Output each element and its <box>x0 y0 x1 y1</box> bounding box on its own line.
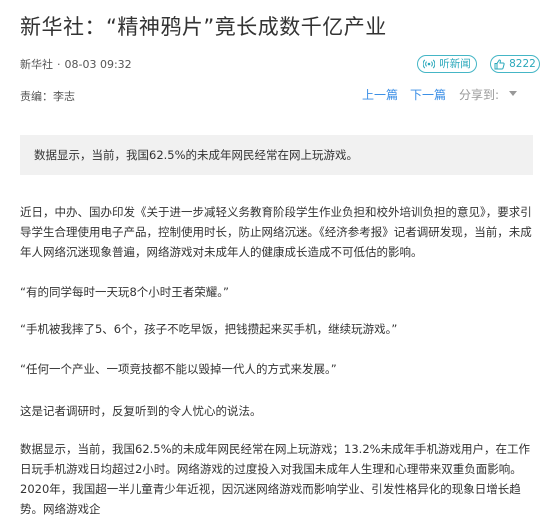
paragraph: “有的同学每时一天玩8个小时王者荣耀。” <box>20 285 229 299</box>
article-datetime: 08-03 09:32 <box>64 58 132 71</box>
article-meta: 新华社 · 08-03 09:32 <box>20 56 132 72</box>
listen-label: 听新闻 <box>439 58 471 70</box>
like-count: 8222 <box>509 58 536 70</box>
next-article-link[interactable]: 下一篇 <box>410 86 446 103</box>
caret-down-icon[interactable] <box>509 91 517 96</box>
article-source: 新华社 <box>20 58 53 71</box>
article-editor: 责编：李志 <box>20 90 75 103</box>
prev-article-link[interactable]: 上一篇 <box>362 86 398 103</box>
paragraph: 这是记者调研时，反复听到的令人忧心的说法。 <box>20 404 262 418</box>
paragraph: “手机被我摔了5、6个，孩子不吃早饭，把钱攒起来买手机，继续玩游戏。” <box>20 322 398 336</box>
paragraph: “任何一个产业、一项竞技都不能以毁掉一代人的方式来发展。” <box>20 362 337 376</box>
like-button[interactable]: 8222 <box>490 55 540 73</box>
thumbs-up-icon <box>494 58 505 70</box>
paragraph: 近日，中办、国办印发《关于进一步减轻义务教育阶段学生作业负担和校外培训负担的意见… <box>20 205 532 259</box>
paragraph: 数据显示，当前，我国62.5%的未成年网民经常在网上玩游戏；13.2%未成年手机… <box>20 442 531 516</box>
broadcast-icon <box>423 59 436 69</box>
listen-news-button[interactable]: 听新闻 <box>417 55 477 73</box>
article-title: 新华社：“精神鸦片”竟长成数千亿产业 <box>20 15 387 39</box>
share-label: 分享到: <box>459 88 500 102</box>
meta-separator: · <box>57 58 61 71</box>
article-summary: 数据显示，当前，我国62.5%的未成年网民经常在网上玩游戏。 <box>20 135 533 175</box>
